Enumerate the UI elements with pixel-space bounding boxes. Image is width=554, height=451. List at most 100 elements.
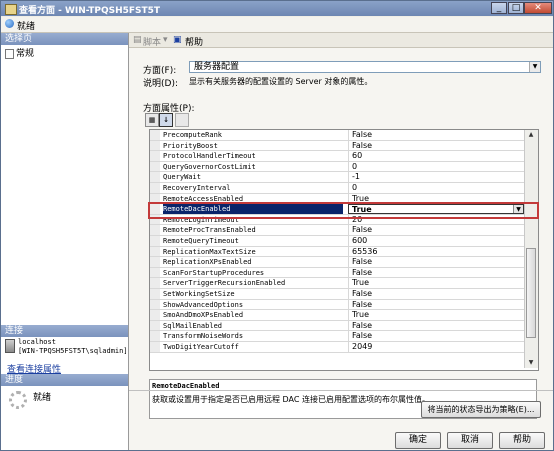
property-name: QueryWait [163,173,201,182]
row-gutter [150,289,160,299]
property-row[interactable]: RemoteQueryTimeout 600 [150,236,524,247]
property-grid-scrollbar[interactable]: ▲ ▼ [524,130,538,368]
property-row[interactable]: TransformNoiseWords False [150,331,524,342]
page-item-label: 常规 [16,49,35,59]
scroll-down-icon[interactable]: ▼ [526,358,536,368]
export-policy-button[interactable]: 将当前的状态导出为策略(E)... [421,401,541,418]
property-value[interactable]: False [348,299,373,310]
help-button[interactable]: 帮助 [499,432,545,449]
property-row[interactable]: RecoveryInterval 0 [150,183,524,194]
property-name: PrecomputeRank [163,131,223,139]
server-name: localhost [18,338,56,346]
scroll-thumb[interactable] [526,248,536,338]
row-gutter [150,140,160,151]
property-name: TwoDigitYearCutoff [163,343,239,351]
sort-alphabetical-icon[interactable]: ↓ [159,113,173,127]
property-value[interactable]: False [348,331,372,341]
property-name: PriorityBoost [163,141,218,150]
property-value[interactable]: False [348,225,372,235]
property-value[interactable]: False [348,267,372,278]
cancel-button[interactable]: 取消 [447,432,493,449]
property-value[interactable]: -1 [348,172,360,182]
property-value[interactable]: 0 [348,161,358,172]
property-row[interactable]: ReplicationMaxTextSize 65536 [150,246,524,258]
row-gutter [150,267,160,278]
window-title: 查看方面 - WIN-TPQSH5FST5T [19,6,161,16]
property-name: RemoteProcTransEnabled [163,226,256,235]
description-label: 说明(D): [143,79,178,89]
property-name: SetWorkingSetSize [163,290,235,298]
property-row[interactable]: PriorityBoost False [150,140,524,152]
property-value[interactable]: 2049 [348,342,372,352]
property-row[interactable]: ProtocolHandlerTimeout 60 [150,151,524,162]
property-row[interactable]: SmoAndDmoXPsEnabled True [150,310,524,321]
property-value-text: False [352,299,373,309]
property-value-text: True [352,278,369,288]
property-name: SqlMailEnabled [163,321,223,330]
property-value[interactable]: False [348,130,372,140]
property-value[interactable]: 0 [348,183,357,193]
property-value[interactable]: True [348,310,369,320]
property-value[interactable]: 65536 [348,246,377,257]
row-gutter [150,130,160,140]
minimize-button[interactable]: _ [491,2,507,14]
property-name: ServerTriggerRecursionEnabled [163,279,286,288]
row-gutter [150,225,160,235]
property-row[interactable]: QueryWait -1 [150,172,524,183]
categorized-icon[interactable]: ▦ [145,113,159,127]
row-gutter [150,299,160,310]
maximize-button[interactable]: □ [508,2,524,14]
property-row[interactable]: ServerTriggerRecursionEnabled True [150,278,524,289]
progress-spinner-icon [9,391,27,409]
property-row[interactable]: TwoDigitYearCutoff 2049 [150,342,524,353]
property-value[interactable]: 60 [348,151,362,161]
row-gutter [150,331,160,341]
property-grid[interactable]: PrecomputeRank False PriorityBoost False Pro… [149,129,539,371]
property-row[interactable]: ReplicationXPsEnabled False [150,257,524,268]
row-gutter [150,310,160,320]
property-name: TransformNoiseWords [163,332,244,341]
progress-status: 就绪 [33,393,52,403]
property-value[interactable]: 600 [348,236,367,246]
right-toolbar: ▤ 脚本 ▾ ▣ 帮助 [129,33,553,48]
close-button[interactable]: ✕ [524,2,552,14]
ready-label: 就绪 [17,22,36,32]
property-value[interactable]: False [348,140,372,151]
property-value-text: True [352,310,369,320]
help-icon: ▣ [173,35,182,45]
property-value[interactable]: False [348,289,372,299]
property-name: ShowAdvancedOptions [163,300,244,309]
select-page-header: 选择页 [1,33,128,45]
scroll-up-icon[interactable]: ▲ [526,130,536,140]
property-row[interactable]: SqlMailEnabled False [150,320,524,332]
footer-divider [129,390,553,391]
property-value[interactable]: True [348,278,369,288]
property-row[interactable]: ScanForStartupProcedures False [150,267,524,279]
row-gutter [150,320,160,331]
property-name: RemoteQueryTimeout [163,237,239,245]
facet-select-value: 服务器配置 [194,62,240,72]
property-row[interactable]: PrecomputeRank False [150,130,524,141]
property-row[interactable]: ShowAdvancedOptions False [150,299,524,311]
property-value[interactable]: False [348,320,372,331]
property-name: RecoveryInterval [163,184,231,192]
property-name: ReplicationXPsEnabled [163,258,252,267]
page-item-general[interactable]: 常规 [5,46,34,59]
property-row[interactable]: QueryGovernorCostLimit 0 [150,161,524,173]
property-pages-icon[interactable] [175,113,189,127]
property-value-text: False [352,331,373,341]
chevron-down-icon[interactable]: ▾ [163,35,168,45]
script-button[interactable]: 脚本 [143,35,161,48]
row-gutter [150,257,160,267]
row-gutter [150,342,160,352]
property-value-text: 0 [352,161,358,171]
property-value[interactable]: False [348,257,372,267]
property-row[interactable]: SetWorkingSetSize False [150,289,524,300]
ok-button[interactable]: 确定 [395,432,441,449]
property-value-text: False [352,225,373,235]
property-row[interactable]: RemoteProcTransEnabled False [150,225,524,236]
property-name: ProtocolHandlerTimeout [163,152,256,161]
right-pane: ▤ 脚本 ▾ ▣ 帮助 方面(F): 服务器配置 ▼ 说明(D): 显示有关服务… [129,33,553,450]
facet-select[interactable]: 服务器配置 ▼ [189,61,541,73]
help-toolbar-button[interactable]: 帮助 [185,35,203,48]
